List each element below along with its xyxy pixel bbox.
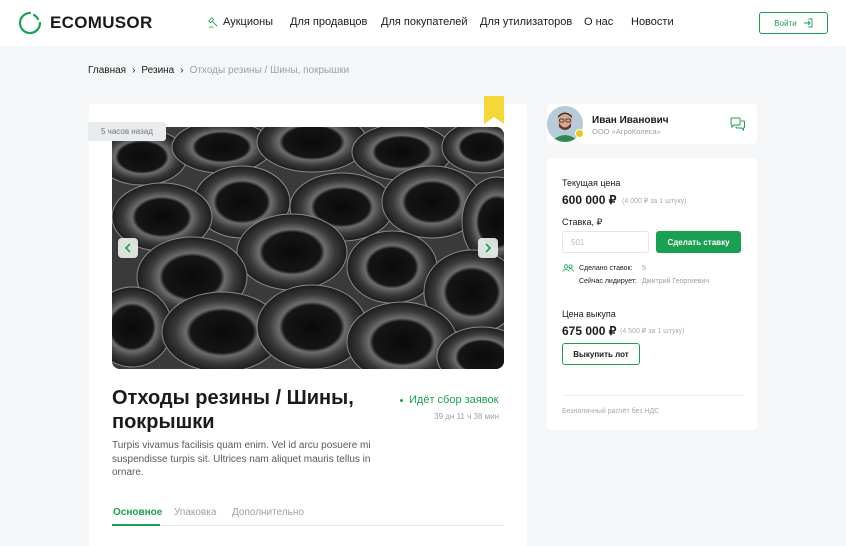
bid-label: Ставка, ₽ [562, 217, 603, 227]
status-dot-icon [400, 398, 403, 402]
nav-news-label: Новости [631, 16, 674, 28]
nav-sellers-label: Для продавцов [290, 16, 368, 28]
place-bid-button[interactable]: Сделать ставку [656, 231, 741, 253]
nav-buyers[interactable]: Для покупателей [381, 16, 468, 28]
chevron-right-icon: › [132, 65, 136, 76]
active-tab-indicator [112, 524, 160, 526]
tab-main[interactable]: Основное [113, 507, 162, 518]
nav-auctions[interactable]: Аукционы [208, 16, 273, 28]
nav-auctions-label: Аукционы [223, 16, 274, 28]
users-icon [562, 264, 574, 272]
lot-description: Turpis vivamus facilisis quam enim. Vel … [112, 440, 371, 478]
login-label: Войти [774, 18, 797, 28]
seller-name[interactable]: Иван Иванович [592, 115, 669, 126]
current-price: 600 000 ₽ [562, 193, 617, 207]
buyout-label: Цена выкупа [562, 309, 616, 319]
nav-about-label: О нас [584, 16, 614, 28]
time-left: 39 дн 11 ч 38 мин [434, 412, 499, 421]
breadcrumb-home[interactable]: Главная [88, 65, 126, 76]
bookmark-icon[interactable] [484, 96, 504, 124]
nav-about[interactable]: О нас [584, 16, 613, 28]
site-header: ECOMUSOR Аукционы Для продавцов Для поку… [0, 0, 846, 46]
nav-sellers[interactable]: Для продавцов [290, 16, 367, 28]
buyout-price-note: (4 500 ₽ за 1 штуку) [620, 328, 685, 335]
logo-icon [18, 11, 42, 35]
next-photo-button[interactable] [478, 238, 498, 258]
hammer-icon [208, 16, 218, 27]
breadcrumb-current: Отходы резины / Шины, покрышки [189, 65, 350, 76]
login-icon [803, 18, 813, 28]
chevron-right-icon: › [180, 65, 184, 76]
chevron-left-icon [124, 243, 131, 253]
current-price-label: Текущая цена [562, 178, 621, 188]
login-button[interactable]: Войти [759, 12, 828, 34]
chevron-right-icon [485, 243, 492, 253]
payment-note: Безналичный расчёт без НДС [562, 408, 660, 415]
tires-photo [112, 127, 504, 369]
lot-status: Идёт сбор заявок [400, 394, 498, 406]
chat-icon[interactable] [730, 117, 746, 131]
buyout-button[interactable]: Выкупить лот [562, 343, 640, 365]
leader-value: Дмитрий Георгиевич [642, 278, 709, 285]
breadcrumb-rubber[interactable]: Резина [141, 65, 174, 76]
verified-badge-icon [575, 129, 584, 138]
logo[interactable]: ECOMUSOR [18, 11, 153, 35]
prev-photo-button[interactable] [118, 238, 138, 258]
bid-input[interactable] [562, 231, 649, 253]
lot-tabs: Основное Упаковка Дополнительно [112, 506, 504, 526]
breadcrumb: Главная › Резина › Отходы резины / Шины,… [88, 65, 349, 76]
bids-made-value: 5 [642, 265, 646, 272]
tab-packaging[interactable]: Упаковка [174, 507, 216, 518]
current-price-note: (4 000 ₽ за 1 штуку) [622, 198, 687, 205]
nav-buyers-label: Для покупателей [381, 16, 468, 28]
leader-label: Сейчас лидирует: [579, 278, 637, 285]
nav-recyclers-label: Для утилизаторов [480, 16, 573, 28]
lot-title: Отходы резины / Шины, покрышки [112, 387, 354, 433]
divider [562, 395, 744, 396]
tab-additional[interactable]: Дополнительно [232, 507, 304, 518]
buyout-price: 675 000 ₽ [562, 324, 617, 338]
lot-status-label: Идёт сбор заявок [409, 394, 499, 406]
logo-text: ECOMUSOR [50, 13, 153, 32]
nav-recyclers[interactable]: Для утилизаторов [480, 16, 572, 28]
bids-made-label: Сделано ставок: [579, 265, 633, 272]
lot-photo[interactable] [112, 127, 504, 369]
seller-company: ООО «АгроКолеса» [592, 127, 661, 136]
nav-news[interactable]: Новости [631, 16, 674, 28]
posted-time-badge: 5 часов назад [88, 122, 166, 141]
